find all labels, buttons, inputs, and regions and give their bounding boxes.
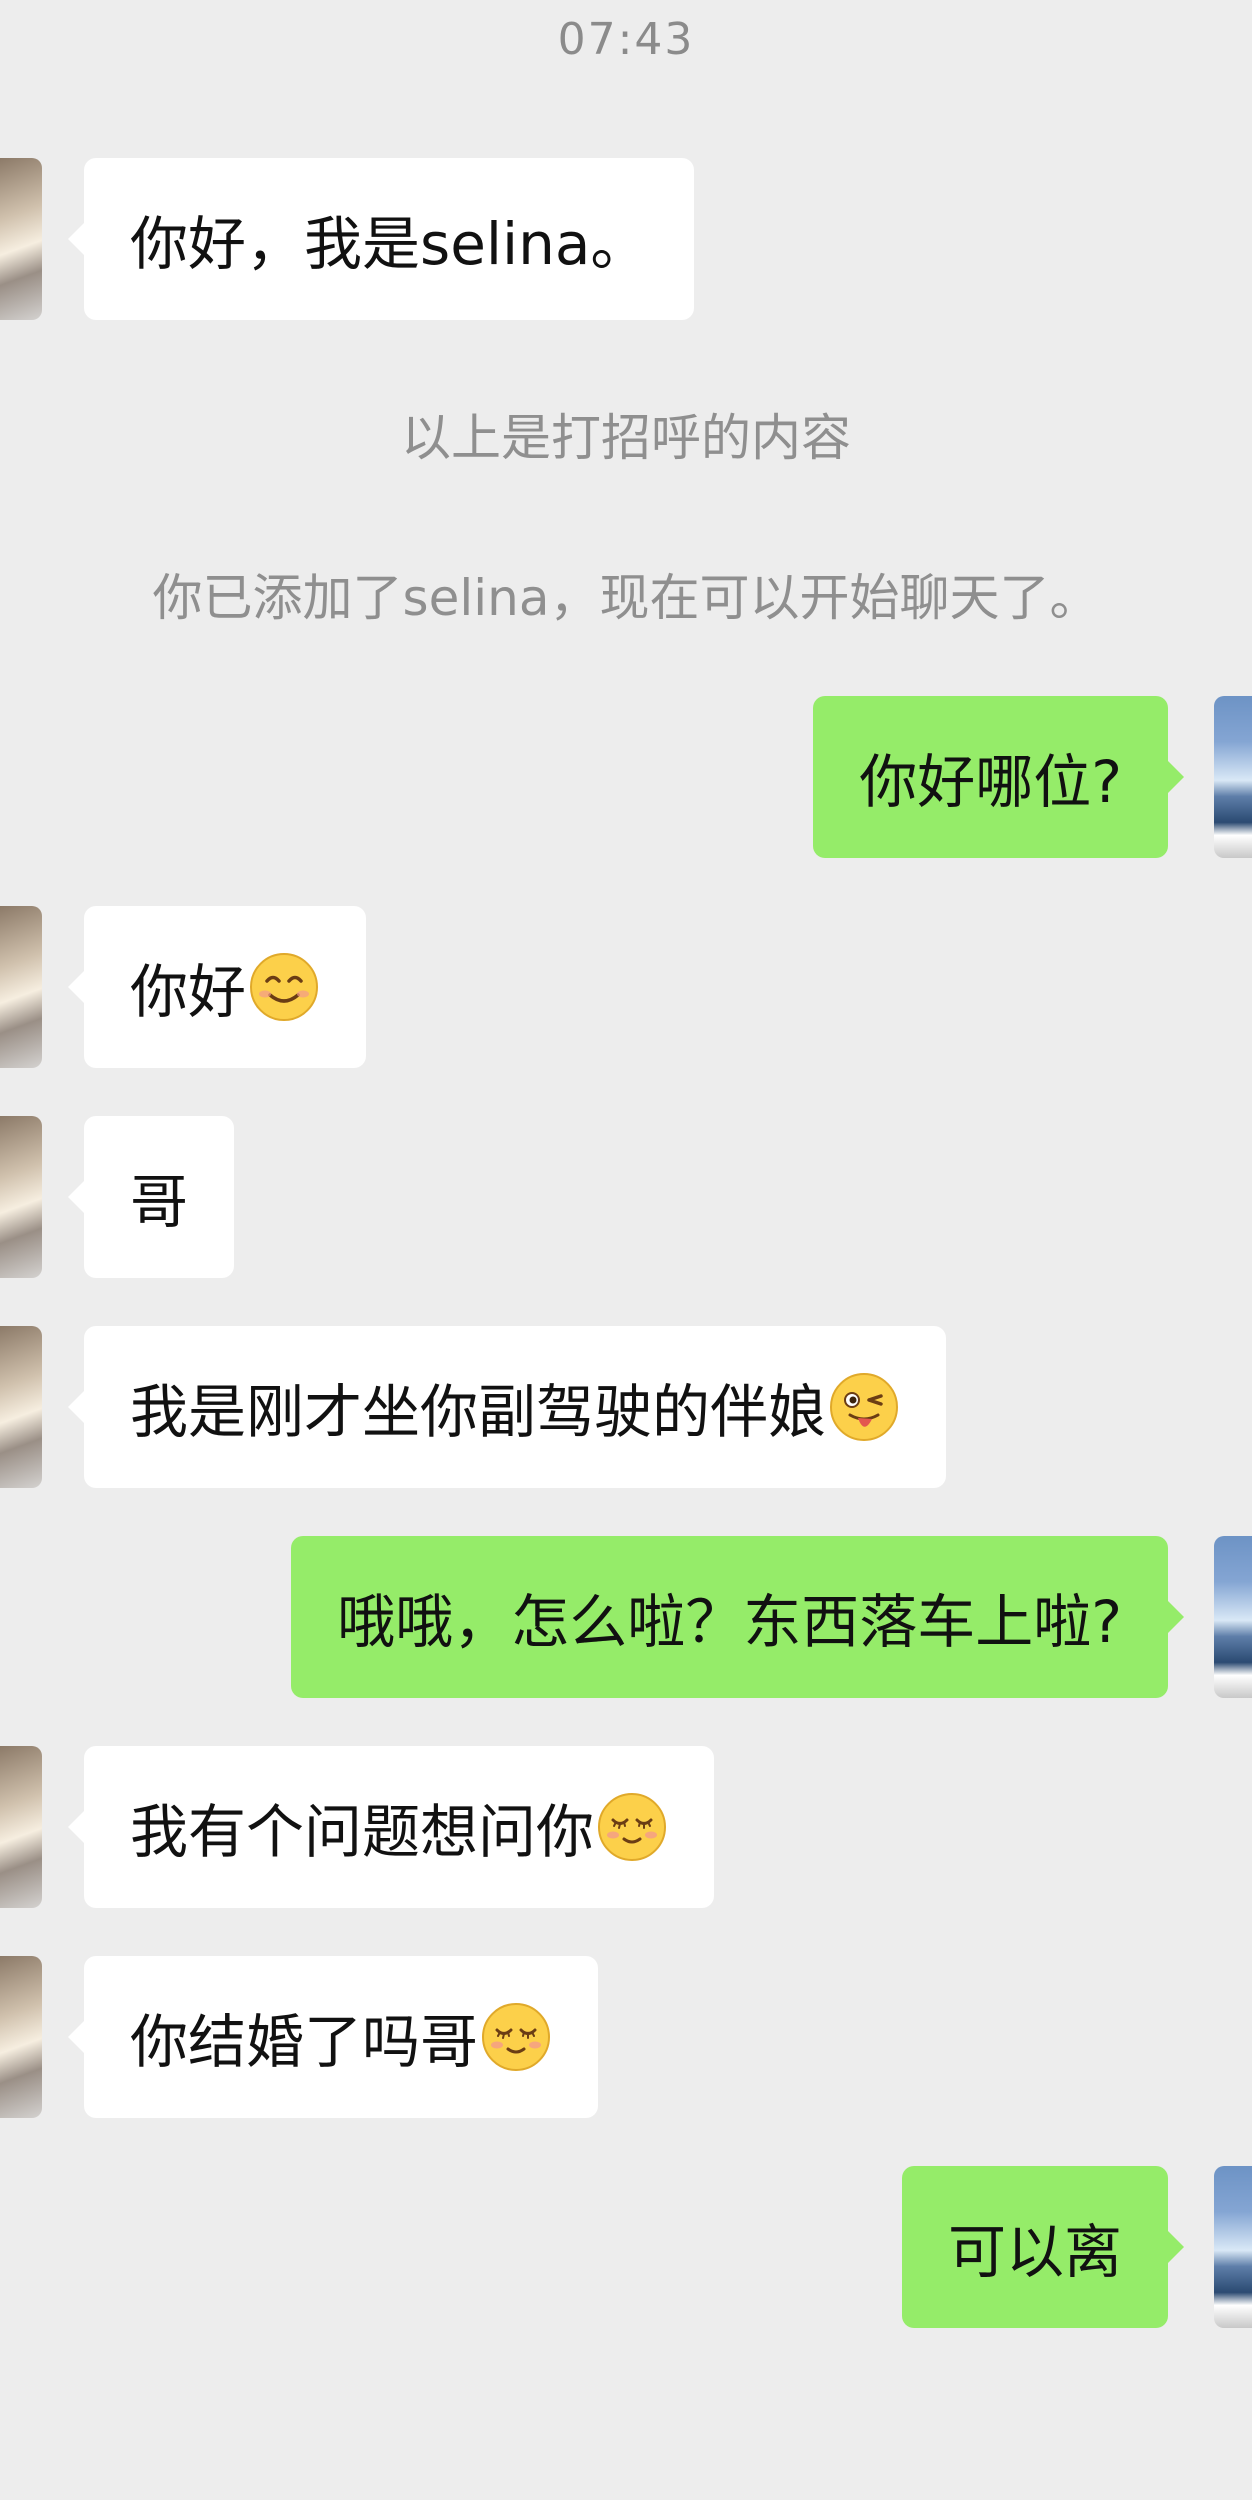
message-text: 可以离	[947, 2218, 1122, 2286]
message-row-outgoing: 你好哪位?	[813, 696, 1168, 858]
shy-emoji-icon	[598, 1793, 667, 1861]
incoming-message-bubble[interactable]: 哥	[84, 1116, 235, 1278]
message-row-outgoing: 哦哦，怎么啦？东西落车上啦?	[291, 1536, 1168, 1698]
system-note-greeting: 以上是打招呼的内容	[401, 409, 851, 467]
contact-avatar[interactable]	[0, 1326, 42, 1488]
contact-avatar[interactable]	[0, 158, 42, 320]
message-text: 我有个问题想问你	[130, 1798, 595, 1866]
contact-avatar[interactable]	[0, 1956, 42, 2118]
message-text: 你结婚了吗哥	[130, 2008, 479, 2076]
my-avatar[interactable]	[1214, 696, 1252, 858]
smile-emoji-icon	[250, 953, 319, 1021]
message-row-incoming: 你好	[84, 906, 367, 1068]
message-row-incoming: 我有个问题想问你	[84, 1746, 715, 1908]
chat-view: 07:43 你好，我是selina。 以上是打招呼的内容 你已添加了selina…	[0, 0, 1252, 2500]
message-text: 哦哦，怎么啦？东西落车上啦?	[337, 1588, 1122, 1656]
incoming-message-bubble[interactable]: 你结婚了吗哥	[84, 1956, 599, 2118]
incoming-message-bubble[interactable]: 我是刚才坐你副驾驶的伴娘	[84, 1326, 947, 1488]
my-avatar[interactable]	[1214, 1536, 1252, 1698]
message-row-incoming: 我是刚才坐你副驾驶的伴娘	[84, 1326, 947, 1488]
message-text: 你好	[130, 958, 247, 1026]
my-avatar[interactable]	[1214, 2166, 1252, 2328]
outgoing-message-bubble[interactable]: 可以离	[901, 2166, 1168, 2328]
message-row-incoming: 你好，我是selina。	[84, 158, 695, 320]
contact-avatar[interactable]	[0, 1116, 42, 1278]
outgoing-message-bubble[interactable]: 你好哪位?	[813, 696, 1168, 858]
message-text: 哥	[130, 1168, 189, 1236]
message-text: 我是刚才坐你副驾驶的伴娘	[130, 1378, 827, 1446]
incoming-message-bubble[interactable]: 你好	[84, 906, 367, 1068]
shy-emoji-icon	[482, 2003, 551, 2071]
incoming-message-bubble[interactable]: 你好，我是selina。	[84, 158, 695, 320]
system-note-added-contact: 你已添加了selina，现在可以开始聊天了。	[152, 569, 1100, 627]
message-row-outgoing: 可以离	[901, 2166, 1168, 2328]
contact-avatar[interactable]	[0, 1746, 42, 1908]
message-text: 你好，我是selina。	[130, 210, 649, 278]
wink-tongue-emoji-icon	[830, 1373, 899, 1441]
message-row-incoming: 哥	[84, 1116, 235, 1278]
incoming-message-bubble[interactable]: 我有个问题想问你	[84, 1746, 715, 1908]
message-row-incoming: 你结婚了吗哥	[84, 1956, 599, 2118]
chat-timestamp: 07:43	[557, 14, 695, 65]
message-text: 你好哪位?	[859, 748, 1122, 816]
outgoing-message-bubble[interactable]: 哦哦，怎么啦？东西落车上啦?	[291, 1536, 1168, 1698]
contact-avatar[interactable]	[0, 906, 42, 1068]
